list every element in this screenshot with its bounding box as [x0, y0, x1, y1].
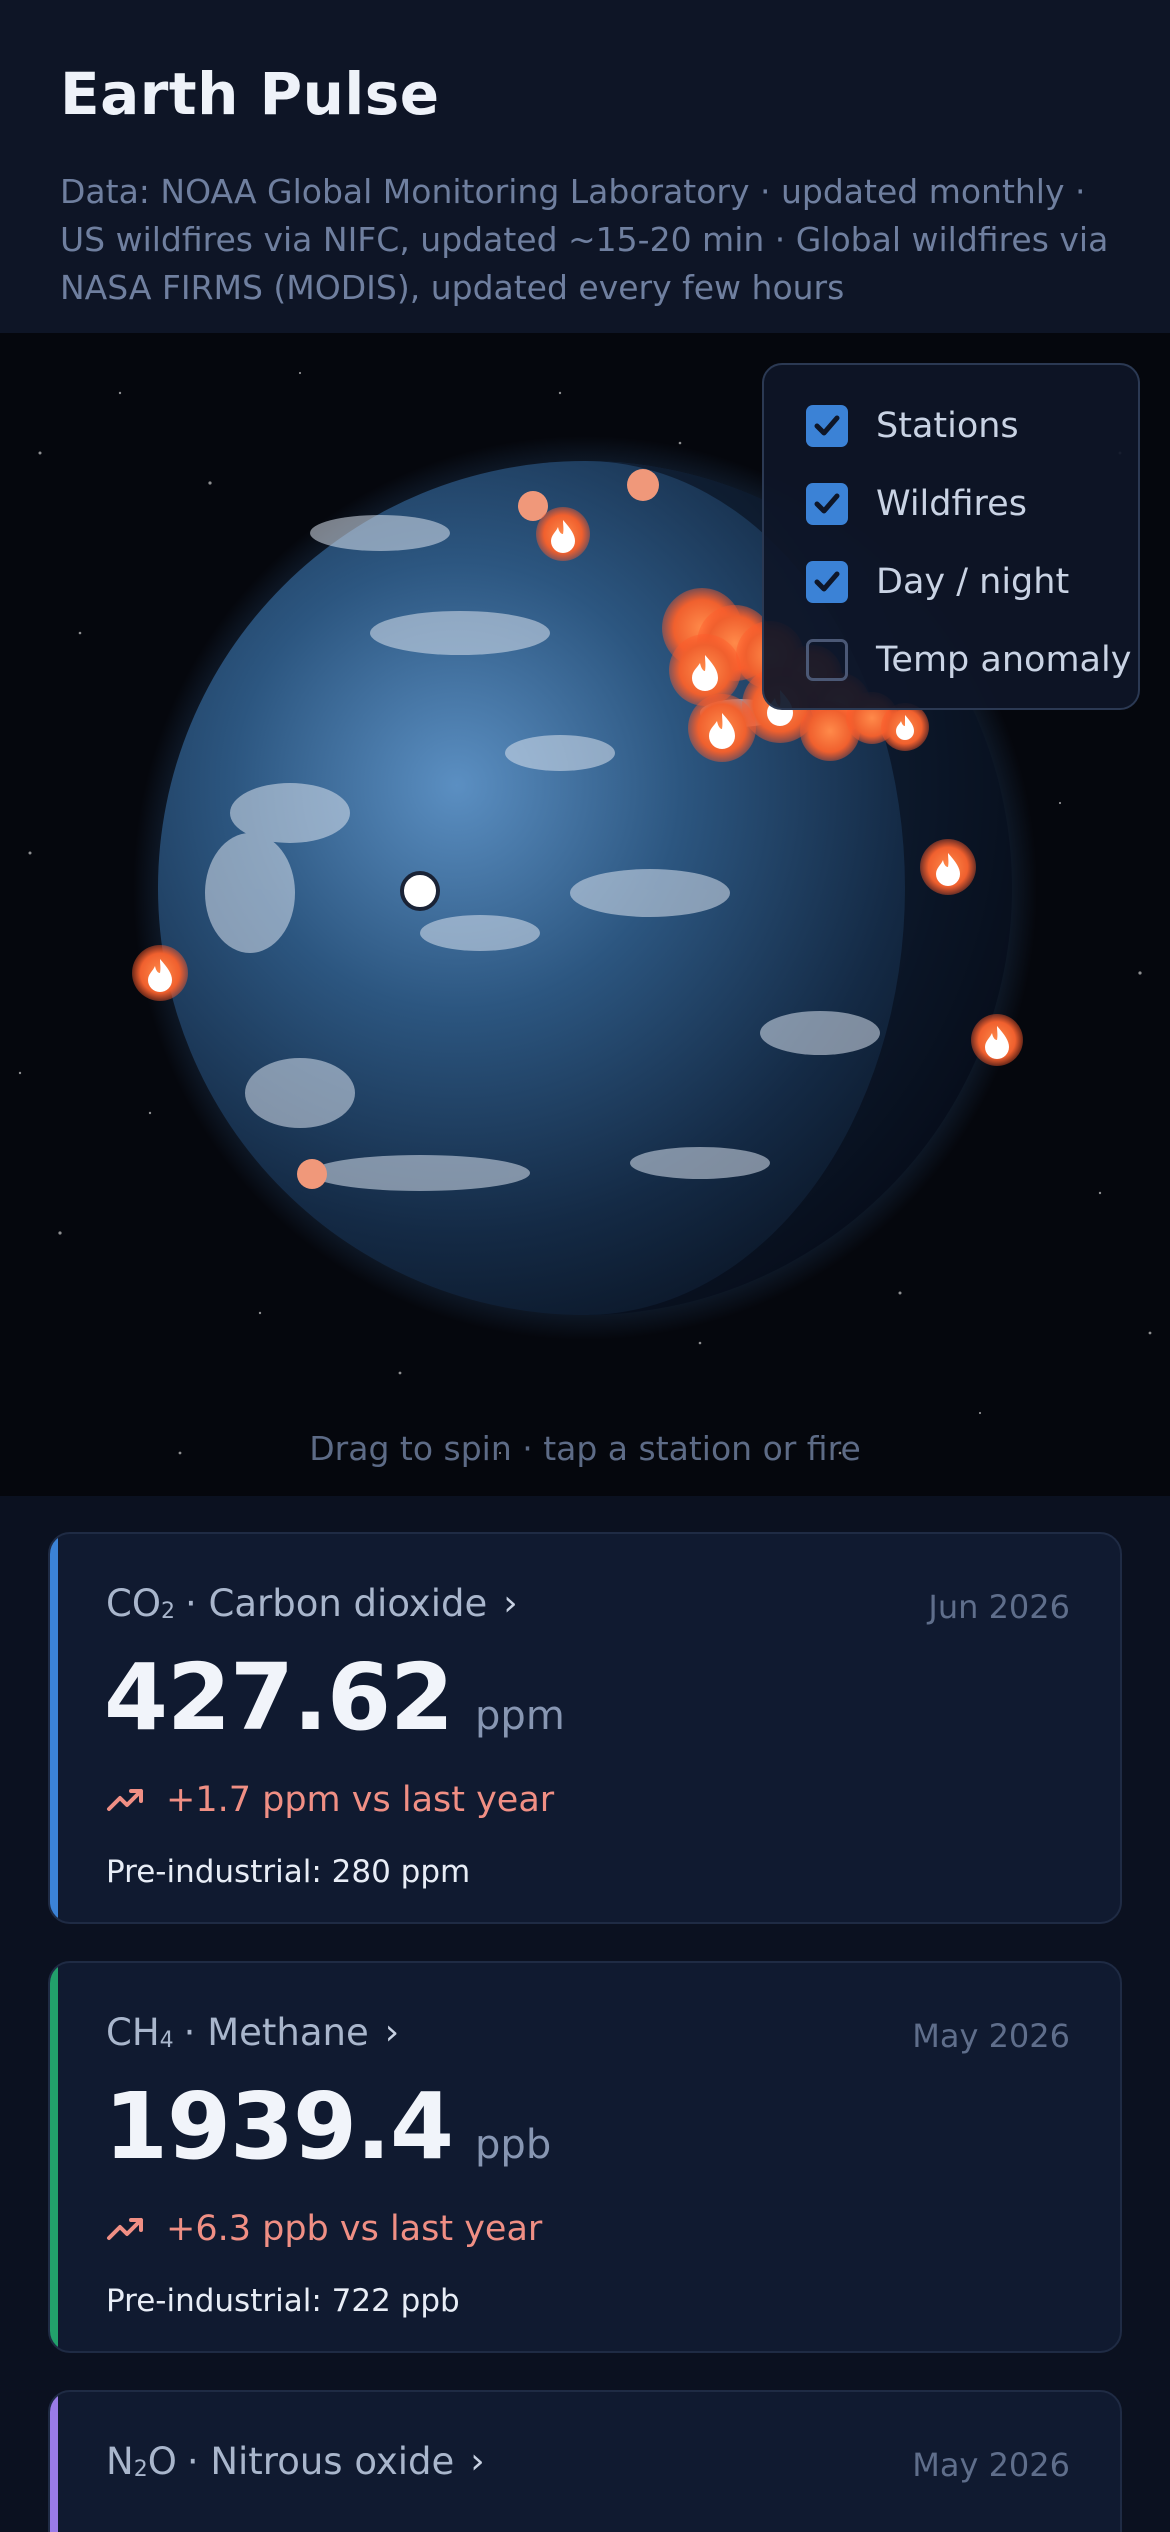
formula-subscript: 2	[133, 2457, 148, 2482]
gas-formula: CH	[106, 2011, 160, 2054]
formula-subscript: 4	[159, 2028, 174, 2053]
formula-subscript: 2	[160, 1599, 175, 1624]
card-title[interactable]: CO 2 · Carbon dioxide ›	[106, 1582, 518, 1625]
yearly-change: +6.3 ppb vs last year	[106, 2209, 542, 2249]
card-date: May 2026	[912, 2017, 1070, 2055]
globe-hint: Drag to spin · tap a station or fire	[309, 1429, 861, 1468]
check-icon[interactable]	[806, 483, 848, 525]
layer-label: Day / night	[876, 562, 1070, 602]
layer-toggle-day-night[interactable]: Day / night	[806, 560, 1069, 604]
chevron-right-icon[interactable]: ›	[385, 2012, 399, 2053]
pre-industrial-baseline: Pre-industrial: 280 ppm	[106, 1854, 471, 1890]
wildfire-marker[interactable]	[688, 694, 756, 762]
unchecked-box[interactable]	[806, 639, 848, 681]
layer-toggle-wildfires[interactable]: Wildfires	[806, 482, 1027, 526]
gas-name: · Nitrous oxide	[186, 2440, 455, 2483]
metric-card-n2o[interactable]: N 2 O · Nitrous oxide › May 2026	[48, 2390, 1122, 2532]
metric-card-ch4[interactable]: CH 4 · Methane › May 2026 1939.4 ppb +6.3 …	[48, 1961, 1122, 2353]
chevron-right-icon[interactable]: ›	[470, 2441, 484, 2482]
change-text: +1.7 ppm vs last year	[166, 1780, 555, 1820]
app-header: Earth Pulse Data: NOAA Global Monitoring…	[0, 0, 1170, 333]
card-value: 1939.4 ppb	[104, 2073, 551, 2180]
layer-toggle-panel: Stations Wildfires Day / night Temp anom…	[762, 363, 1140, 710]
check-icon[interactable]	[806, 561, 848, 603]
gas-name: · Methane	[183, 2011, 369, 2054]
card-accent-bar	[50, 2392, 58, 2532]
card-accent-bar	[50, 1963, 58, 2351]
metric-card-co2[interactable]: CO 2 · Carbon dioxide › Jun 2026 427.62 pp…	[48, 1532, 1122, 1924]
yearly-change: +1.7 ppm vs last year	[106, 1780, 554, 1820]
pre-industrial-baseline: Pre-industrial: 722 ppb	[106, 2283, 460, 2319]
card-title[interactable]: CH 4 · Methane ›	[106, 2011, 399, 2054]
gas-name: · Carbon dioxide	[184, 1582, 488, 1625]
gas-formula: N	[106, 2440, 134, 2483]
check-icon[interactable]	[806, 405, 848, 447]
card-date: May 2026	[912, 2446, 1070, 2484]
layer-label: Temp anomaly	[876, 640, 1132, 680]
layer-label: Stations	[876, 406, 1019, 446]
card-value: 427.62 ppm	[104, 1644, 565, 1751]
value-unit: ppb	[475, 2122, 552, 2168]
value-number: 427.62	[104, 1644, 454, 1751]
value-unit: ppm	[475, 1693, 565, 1739]
card-title[interactable]: N 2 O · Nitrous oxide ›	[106, 2440, 485, 2483]
station-marker[interactable]	[627, 469, 659, 501]
gas-formula-tail: O	[147, 2440, 177, 2483]
value-number: 1939.4	[104, 2073, 454, 2180]
layer-toggle-temp-anomaly[interactable]: Temp anomaly	[806, 638, 1131, 682]
trend-up-icon	[107, 2218, 143, 2240]
chevron-right-icon[interactable]: ›	[503, 1583, 517, 1624]
app-title: Earth Pulse	[60, 60, 440, 128]
card-accent-bar	[50, 1534, 58, 1922]
layer-label: Wildfires	[876, 484, 1027, 524]
card-date: Jun 2026	[928, 1588, 1070, 1626]
layer-toggle-stations[interactable]: Stations	[806, 404, 1019, 448]
change-text: +6.3 ppb vs last year	[166, 2209, 543, 2249]
gas-formula: CO	[106, 1582, 161, 1625]
selected-station-marker[interactable]	[400, 871, 440, 911]
trend-up-icon	[107, 1789, 143, 1811]
station-marker[interactable]	[297, 1159, 327, 1189]
data-sources-note: Data: NOAA Global Monitoring Laboratory …	[60, 172, 1109, 307]
